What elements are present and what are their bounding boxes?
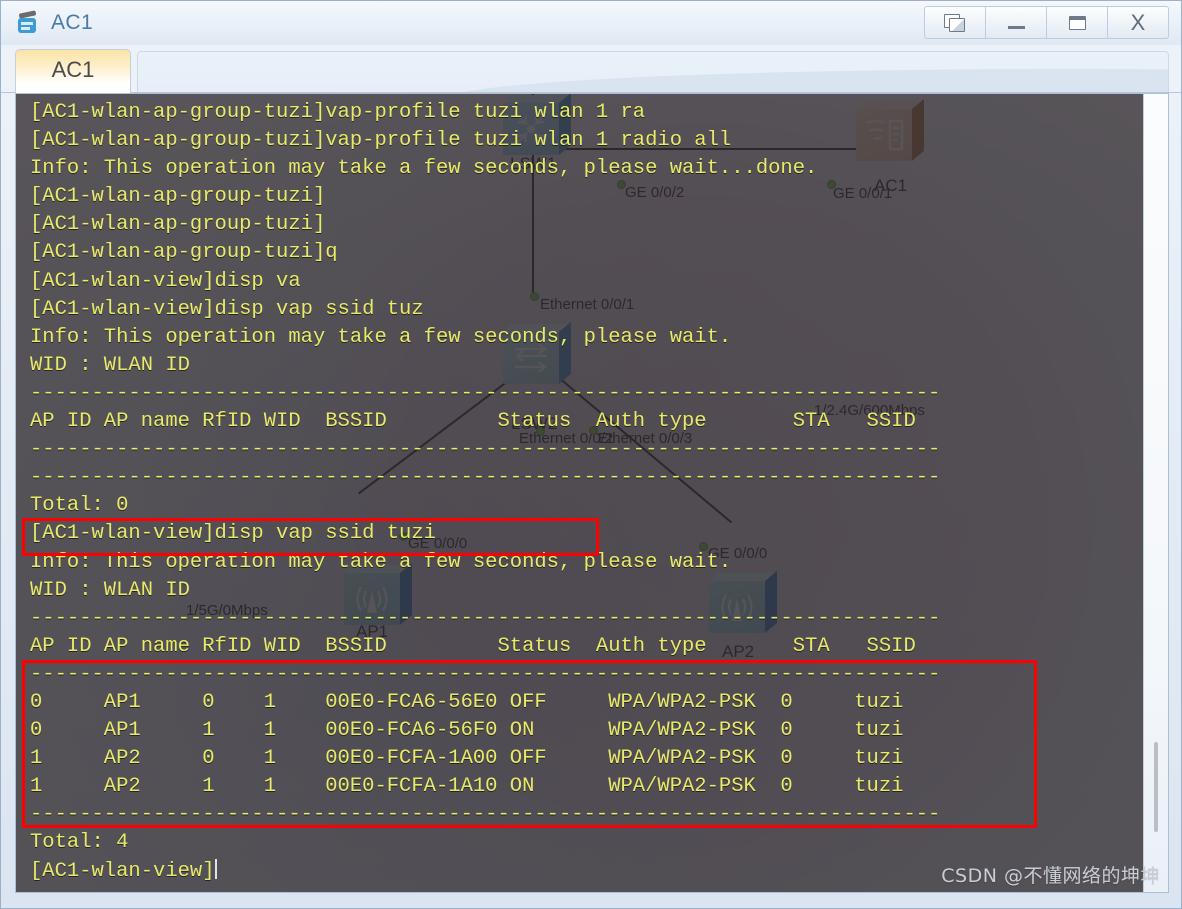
scrollbar-thumb[interactable] [1154, 742, 1158, 832]
maximize-icon [1068, 15, 1086, 30]
terminal-line: [AC1-wlan-view]disp vap ssid tuz [30, 297, 424, 321]
terminal-line: AP ID AP name RfID WID BSSID Status Auth… [30, 634, 916, 658]
restore-icon [944, 13, 966, 32]
terminal-line: ----------------------------------------… [30, 466, 941, 490]
terminal-output: [AC1-wlan-ap-group-tuzi]vap-profile tuzi… [30, 99, 1145, 886]
terminal-line: [AC1-wlan-ap-group-tuzi] [30, 185, 326, 209]
terminal-cursor [214, 858, 217, 879]
tab-ac1[interactable]: AC1 [15, 49, 131, 93]
close-icon: X [1130, 9, 1146, 35]
terminal-line: Info: This operation may take a few seco… [30, 157, 818, 181]
terminal-line: 0 AP1 1 1 00E0-FCA6-56F0 ON WPA/WPA2-PSK… [30, 719, 904, 743]
minimize-button[interactable] [985, 6, 1047, 39]
terminal-line: [AC1-wlan-view]disp va [30, 269, 301, 293]
restore-button[interactable] [924, 6, 986, 39]
cli-terminal[interactable]: [AC1-wlan-ap-group-tuzi]vap-profile tuzi… [16, 94, 1145, 892]
tab-label: AC1 [51, 56, 95, 82]
terminal-line: ----------------------------------------… [30, 606, 941, 630]
terminal-line: ----------------------------------------… [30, 381, 941, 405]
terminal-line: Info: This operation may take a few seco… [30, 550, 732, 574]
terminal-line: Info: This operation may take a few seco… [30, 325, 732, 349]
title-bar: AC1 X [1, 1, 1181, 45]
terminal-line: WID : WLAN ID [30, 578, 190, 602]
terminal-line: ----------------------------------------… [30, 662, 941, 686]
terminal-line: 0 AP1 0 1 00E0-FCA6-56E0 OFF WPA/WPA2-PS… [30, 690, 904, 714]
terminal-line: [AC1-wlan-ap-group-tuzi]vap-profile tuzi… [30, 129, 732, 153]
emulator-window: AC1 X AC1 [AC1-wlan-ap-group-tuzi]vap-pr… [0, 0, 1182, 909]
terminal-line: Total: 4 [30, 831, 129, 855]
watermark: CSDN @不懂网络的坤坤 [941, 865, 1160, 887]
terminal-line: 1 AP2 1 1 00E0-FCFA-1A10 ON WPA/WPA2-PSK… [30, 775, 904, 799]
minimize-icon [1007, 25, 1025, 29]
console-area: LSW1 GE 0/0/1 GE 0/0/2 AC1 GE 0/0/1 [15, 93, 1169, 893]
window-title: AC1 [51, 11, 94, 34]
terminal-line: ----------------------------------------… [30, 438, 941, 462]
tab-strip: AC1 [1, 45, 1181, 93]
terminal-line: 1 AP2 0 1 00E0-FCFA-1A00 OFF WPA/WPA2-PS… [30, 747, 904, 771]
vertical-scrollbar[interactable] [1143, 94, 1168, 892]
close-button[interactable]: X [1107, 6, 1169, 39]
tab-strip-empty-area [137, 51, 1169, 93]
terminal-line: ----------------------------------------… [30, 803, 941, 827]
window-controls: X [924, 6, 1169, 39]
terminal-line: [AC1-wlan-ap-group-tuzi]vap-profile tuzi… [30, 101, 646, 124]
terminal-line: [AC1-wlan-ap-group-tuzi]q [30, 241, 338, 265]
maximize-button[interactable] [1046, 6, 1108, 39]
device-icon [17, 10, 43, 36]
terminal-line: Total: 0 [30, 494, 129, 518]
terminal-line: [AC1-wlan-ap-group-tuzi] [30, 213, 326, 237]
terminal-line: [AC1-wlan-view]disp vap ssid tuzi [30, 522, 436, 546]
terminal-line: AP ID AP name RfID WID BSSID Status Auth… [30, 410, 916, 434]
terminal-line: WID : WLAN ID [30, 353, 190, 377]
